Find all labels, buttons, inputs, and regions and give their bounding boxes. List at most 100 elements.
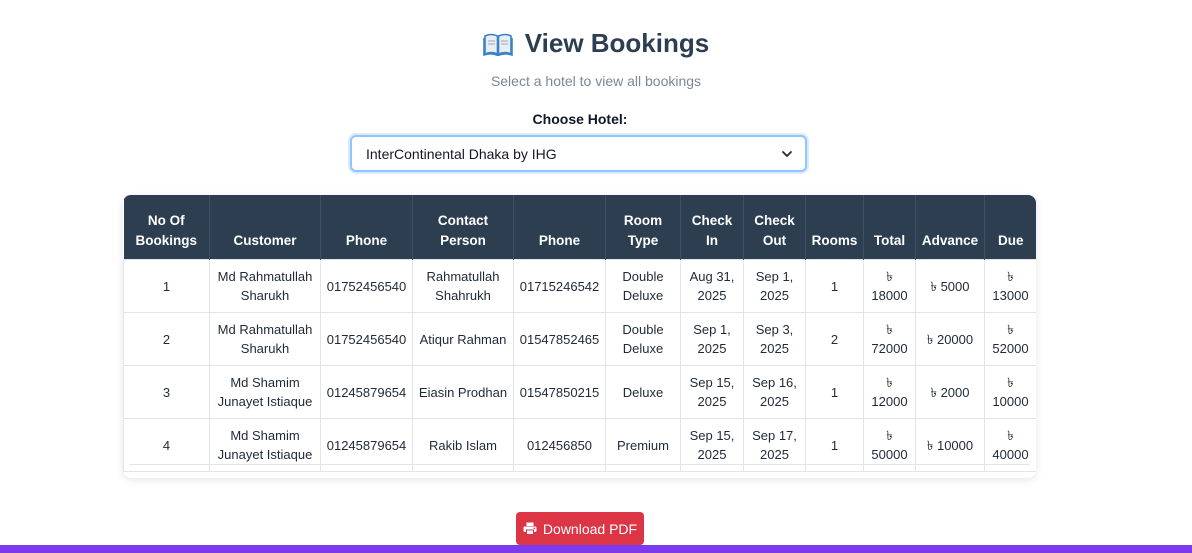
cell-text: Sep 15, — [689, 428, 735, 443]
cell-due: ৳ 13000 — [984, 259, 1036, 313]
cell-text: 18000 — [871, 288, 908, 303]
cell-rooms: 2 — [805, 312, 864, 366]
cell-check-out: Sep 16, 2025 — [743, 365, 806, 419]
cell-room-type: Deluxe — [605, 365, 681, 419]
bookings-table-card: No Of Bookings Customer Phone Contact Person P… — [123, 195, 1036, 478]
cell-text: 2 — [162, 331, 171, 347]
cell-text: 10000 — [992, 394, 1029, 409]
column-header-text: Rooms — [811, 233, 858, 248]
cell-text: ৳ — [886, 375, 893, 390]
cell-text: ৳ — [1007, 428, 1014, 443]
cell-text: 4 — [162, 437, 171, 453]
cell-text: 012456850 — [526, 437, 593, 453]
bottom-accent-bar — [0, 545, 1192, 553]
cell-text: 50000 — [871, 447, 908, 462]
cell-text: Sep 1, — [693, 322, 731, 337]
hotel-select-label: Choose Hotel: — [532, 111, 628, 127]
cell-text: 1 — [830, 437, 839, 453]
cell-contact-person: Eiasin Prodhan — [412, 365, 514, 419]
cell-no-of-bookings: 3 — [123, 365, 210, 419]
cell-text: Sep 15, — [689, 375, 735, 390]
page-subtitle: Select a hotel to view all bookings — [490, 72, 702, 89]
cell-customer: Md Shamim Junayet Istiaque — [209, 365, 321, 419]
cell-no-of-bookings: 2 — [123, 312, 210, 366]
cell-contact-person: Rahmatullah Shahrukh — [412, 259, 514, 313]
column-header-due: Due — [984, 195, 1036, 260]
cell-text: ৳ — [1007, 375, 1014, 390]
cell-text: Junayet Istiaque — [217, 447, 313, 462]
cell-customer-phone: 01752456540 — [320, 259, 413, 313]
column-header-text: Due — [997, 233, 1024, 248]
cell-text: Md Rahmatullah — [217, 269, 313, 284]
cell-text: Double — [622, 322, 664, 337]
cell-text: Rahmatullah — [426, 269, 500, 284]
page-header: View Bookings Select a hotel to view all… — [0, 28, 1192, 89]
cell-text: Md Rahmatullah — [217, 322, 313, 337]
cell-text: Sep 16, — [752, 375, 797, 390]
cell-text: 13000 — [992, 288, 1029, 303]
cell-text: Double — [622, 269, 664, 284]
cell-contact-phone: 01547850215 — [513, 365, 606, 419]
cell-room-type: Double Deluxe — [605, 312, 681, 366]
column-header-text: Advance — [921, 233, 979, 248]
cell-text: 01547850215 — [519, 384, 600, 400]
download-pdf-button[interactable]: Download PDF — [516, 512, 644, 545]
table-row: 2 Md Rahmatullah Sharukh 01752456540 Atiqur … — [123, 312, 1036, 366]
table-row: 3 Md Shamim Junayet Istiaque 01245879654 Eia… — [123, 365, 1036, 419]
cell-text: ৳ 5000 — [930, 278, 970, 294]
table-header: No Of Bookings Customer Phone Contact Person P… — [123, 195, 1036, 260]
cell-text: Md Shamim — [230, 428, 300, 443]
cell-check-in: Sep 15, 2025 — [680, 365, 744, 419]
column-header-text: No Of — [147, 213, 185, 228]
cell-text: 40000 — [992, 447, 1029, 462]
hotel-select[interactable]: InterContinental Dhaka by IHG — [350, 135, 807, 172]
cell-text: Atiqur Rahman — [419, 331, 507, 347]
column-header-text: Total — [873, 233, 906, 248]
column-header-advance: Advance — [915, 195, 985, 260]
column-header-contact-person: Contact Person — [412, 195, 514, 260]
printer-icon — [523, 522, 537, 535]
cell-total: ৳ 12000 — [863, 365, 916, 419]
cell-text: Sep 3, — [755, 322, 794, 337]
cell-contact-person: Atiqur Rahman — [412, 312, 514, 366]
cell-total: ৳ 72000 — [863, 312, 916, 366]
column-header-text: Phone — [538, 233, 581, 248]
cell-text: Junayet Istiaque — [217, 394, 313, 409]
download-pdf-label: Download PDF — [542, 520, 638, 537]
cell-text: Deluxe — [622, 384, 664, 400]
cell-text: Deluxe — [622, 341, 664, 356]
cell-customer: Md Rahmatullah Sharukh — [209, 259, 321, 313]
cell-text: ৳ — [886, 428, 893, 443]
cell-text: 2025 — [697, 341, 727, 356]
column-header-contact-phone: Phone — [513, 195, 606, 260]
cell-total: ৳ 18000 — [863, 259, 916, 313]
cell-no-of-bookings: 1 — [123, 259, 210, 313]
cell-customer-phone: 01245879654 — [320, 365, 413, 419]
cell-text: ৳ — [1007, 269, 1014, 284]
column-header-check-in: Check In — [680, 195, 744, 260]
cell-text: 72000 — [871, 341, 908, 356]
cell-text: 01547852465 — [519, 331, 600, 347]
cell-text: 2 — [830, 331, 839, 347]
table-row: 1 Md Rahmatullah Sharukh 01752456540 Rahmatu… — [123, 259, 1036, 313]
column-header-rooms: Rooms — [805, 195, 864, 260]
cell-text: Rakib Islam — [429, 437, 497, 453]
column-header-total: Total — [863, 195, 916, 260]
cell-text: Premium — [616, 437, 669, 453]
cell-text: ৳ 20000 — [926, 331, 974, 347]
column-header-customer: Customer — [209, 195, 321, 260]
cell-contact-phone: 01715246542 — [513, 259, 606, 313]
cell-text: 2025 — [697, 288, 727, 303]
cell-advance: ৳ 2000 — [915, 365, 985, 419]
column-header-text: Contact — [437, 213, 489, 228]
column-header-customer-phone: Phone — [320, 195, 413, 260]
column-header-text: Check — [754, 213, 795, 228]
column-header-text: Room — [623, 213, 663, 228]
column-header-check-out: Check Out — [743, 195, 806, 260]
cell-customer: Md Rahmatullah Sharukh — [209, 312, 321, 366]
open-book-icon — [482, 32, 513, 56]
page-title: View Bookings — [524, 28, 710, 58]
cell-text: Sep 17, — [752, 428, 797, 443]
cell-text: ৳ — [1007, 322, 1014, 337]
cell-customer-phone: 01752456540 — [320, 312, 413, 366]
